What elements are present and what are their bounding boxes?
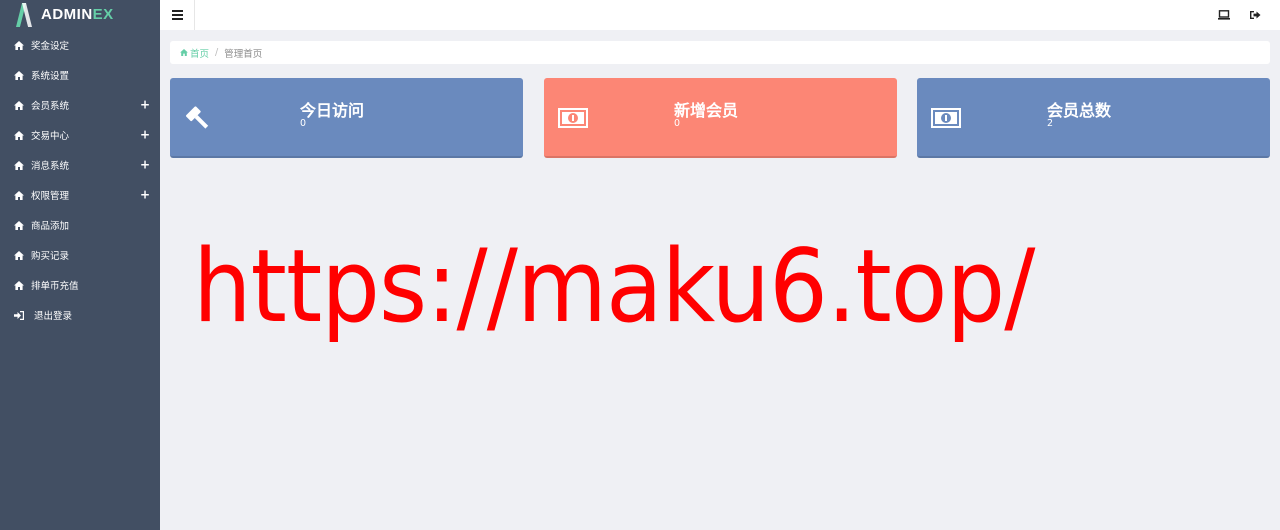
home-icon	[14, 130, 24, 140]
stat-card-today-visits: 今日访问 0	[170, 78, 523, 158]
breadcrumb-home-link[interactable]: 首页	[180, 46, 209, 60]
breadcrumb-current: 管理首页	[224, 48, 263, 60]
sidebar-item-label: 购买记录	[31, 251, 70, 262]
sidebar-item-label: 交易中心	[31, 131, 70, 142]
brand-name: ADMINEX	[41, 6, 114, 23]
expand-plus-icon[interactable]: +	[140, 158, 150, 172]
stat-card-new-members: 新增会员 0	[544, 78, 897, 158]
sign-out-icon[interactable]	[1248, 8, 1262, 22]
sidebar-menu: 奖金设定 系统设置 会员系统 + 交易中心 + 消息系统 + 权限管理 + 商品…	[0, 30, 160, 330]
sidebar-item-label: 排单币充值	[31, 281, 79, 292]
expand-plus-icon[interactable]: +	[140, 188, 150, 202]
breadcrumb-separator: /	[215, 47, 219, 58]
home-icon	[14, 190, 24, 200]
money-icon	[931, 104, 961, 132]
sidebar-item-label: 消息系统	[31, 161, 70, 172]
sidebar-item-add-product[interactable]: 商品添加	[0, 210, 160, 240]
expand-plus-icon[interactable]: +	[140, 128, 150, 142]
sidebar-item-trade-center[interactable]: 交易中心 +	[0, 120, 160, 150]
sidebar-item-label: 奖金设定	[31, 41, 70, 52]
home-icon	[14, 160, 24, 170]
stat-card-value: 2	[1047, 118, 1054, 129]
home-icon	[14, 280, 24, 290]
home-icon	[14, 220, 24, 230]
sidebar: ADMINEX 奖金设定 系统设置 会员系统 + 交易中心 + 消息系统 + 权…	[0, 0, 160, 530]
sidebar-item-message-system[interactable]: 消息系统 +	[0, 150, 160, 180]
sign-in-icon	[14, 310, 24, 320]
sidebar-item-system-settings[interactable]: 系统设置	[0, 60, 160, 90]
breadcrumb-home-label: 首页	[190, 48, 210, 60]
home-icon	[14, 70, 24, 80]
brand-name-accent: EX	[92, 5, 114, 23]
sidebar-item-order-coin-recharge[interactable]: 排单币充值	[0, 270, 160, 300]
sidebar-item-permission-management[interactable]: 权限管理 +	[0, 180, 160, 210]
watermark-url-text: https://maku6.top/	[193, 227, 1035, 345]
menu-icon	[171, 14, 183, 16]
sidebar-item-bonus-settings[interactable]: 奖金设定	[0, 30, 160, 60]
menu-toggle-button[interactable]	[160, 0, 195, 30]
home-icon	[14, 250, 24, 260]
stat-card-title: 会员总数	[1047, 101, 1112, 120]
sidebar-item-label: 退出登录	[34, 311, 73, 322]
gavel-icon	[184, 104, 214, 132]
sidebar-item-purchase-records[interactable]: 购买记录	[0, 240, 160, 270]
stat-card-value: 0	[300, 118, 307, 129]
home-icon	[14, 40, 24, 50]
home-icon	[180, 49, 188, 56]
breadcrumb: 首页 / 管理首页	[170, 41, 1270, 64]
sidebar-item-logout[interactable]: 退出登录	[0, 300, 160, 330]
stat-card-total-members: 会员总数 2	[917, 78, 1270, 158]
sidebar-item-member-system[interactable]: 会员系统 +	[0, 90, 160, 120]
expand-plus-icon[interactable]: +	[140, 98, 150, 112]
sidebar-item-label: 权限管理	[31, 191, 70, 202]
logo[interactable]: ADMINEX	[0, 0, 160, 28]
monitor-icon[interactable]	[1217, 8, 1231, 22]
top-header	[160, 0, 1280, 30]
stat-card-title: 今日访问	[300, 101, 365, 120]
money-icon	[558, 104, 588, 132]
sidebar-item-label: 商品添加	[31, 221, 70, 232]
logo-mark-icon	[14, 1, 36, 27]
stat-card-title: 新增会员	[674, 101, 739, 120]
home-icon	[14, 100, 24, 110]
brand-name-main: ADMIN	[41, 5, 93, 23]
stat-card-value: 0	[674, 118, 681, 129]
sidebar-item-label: 会员系统	[31, 101, 70, 112]
sidebar-item-label: 系统设置	[31, 71, 70, 82]
